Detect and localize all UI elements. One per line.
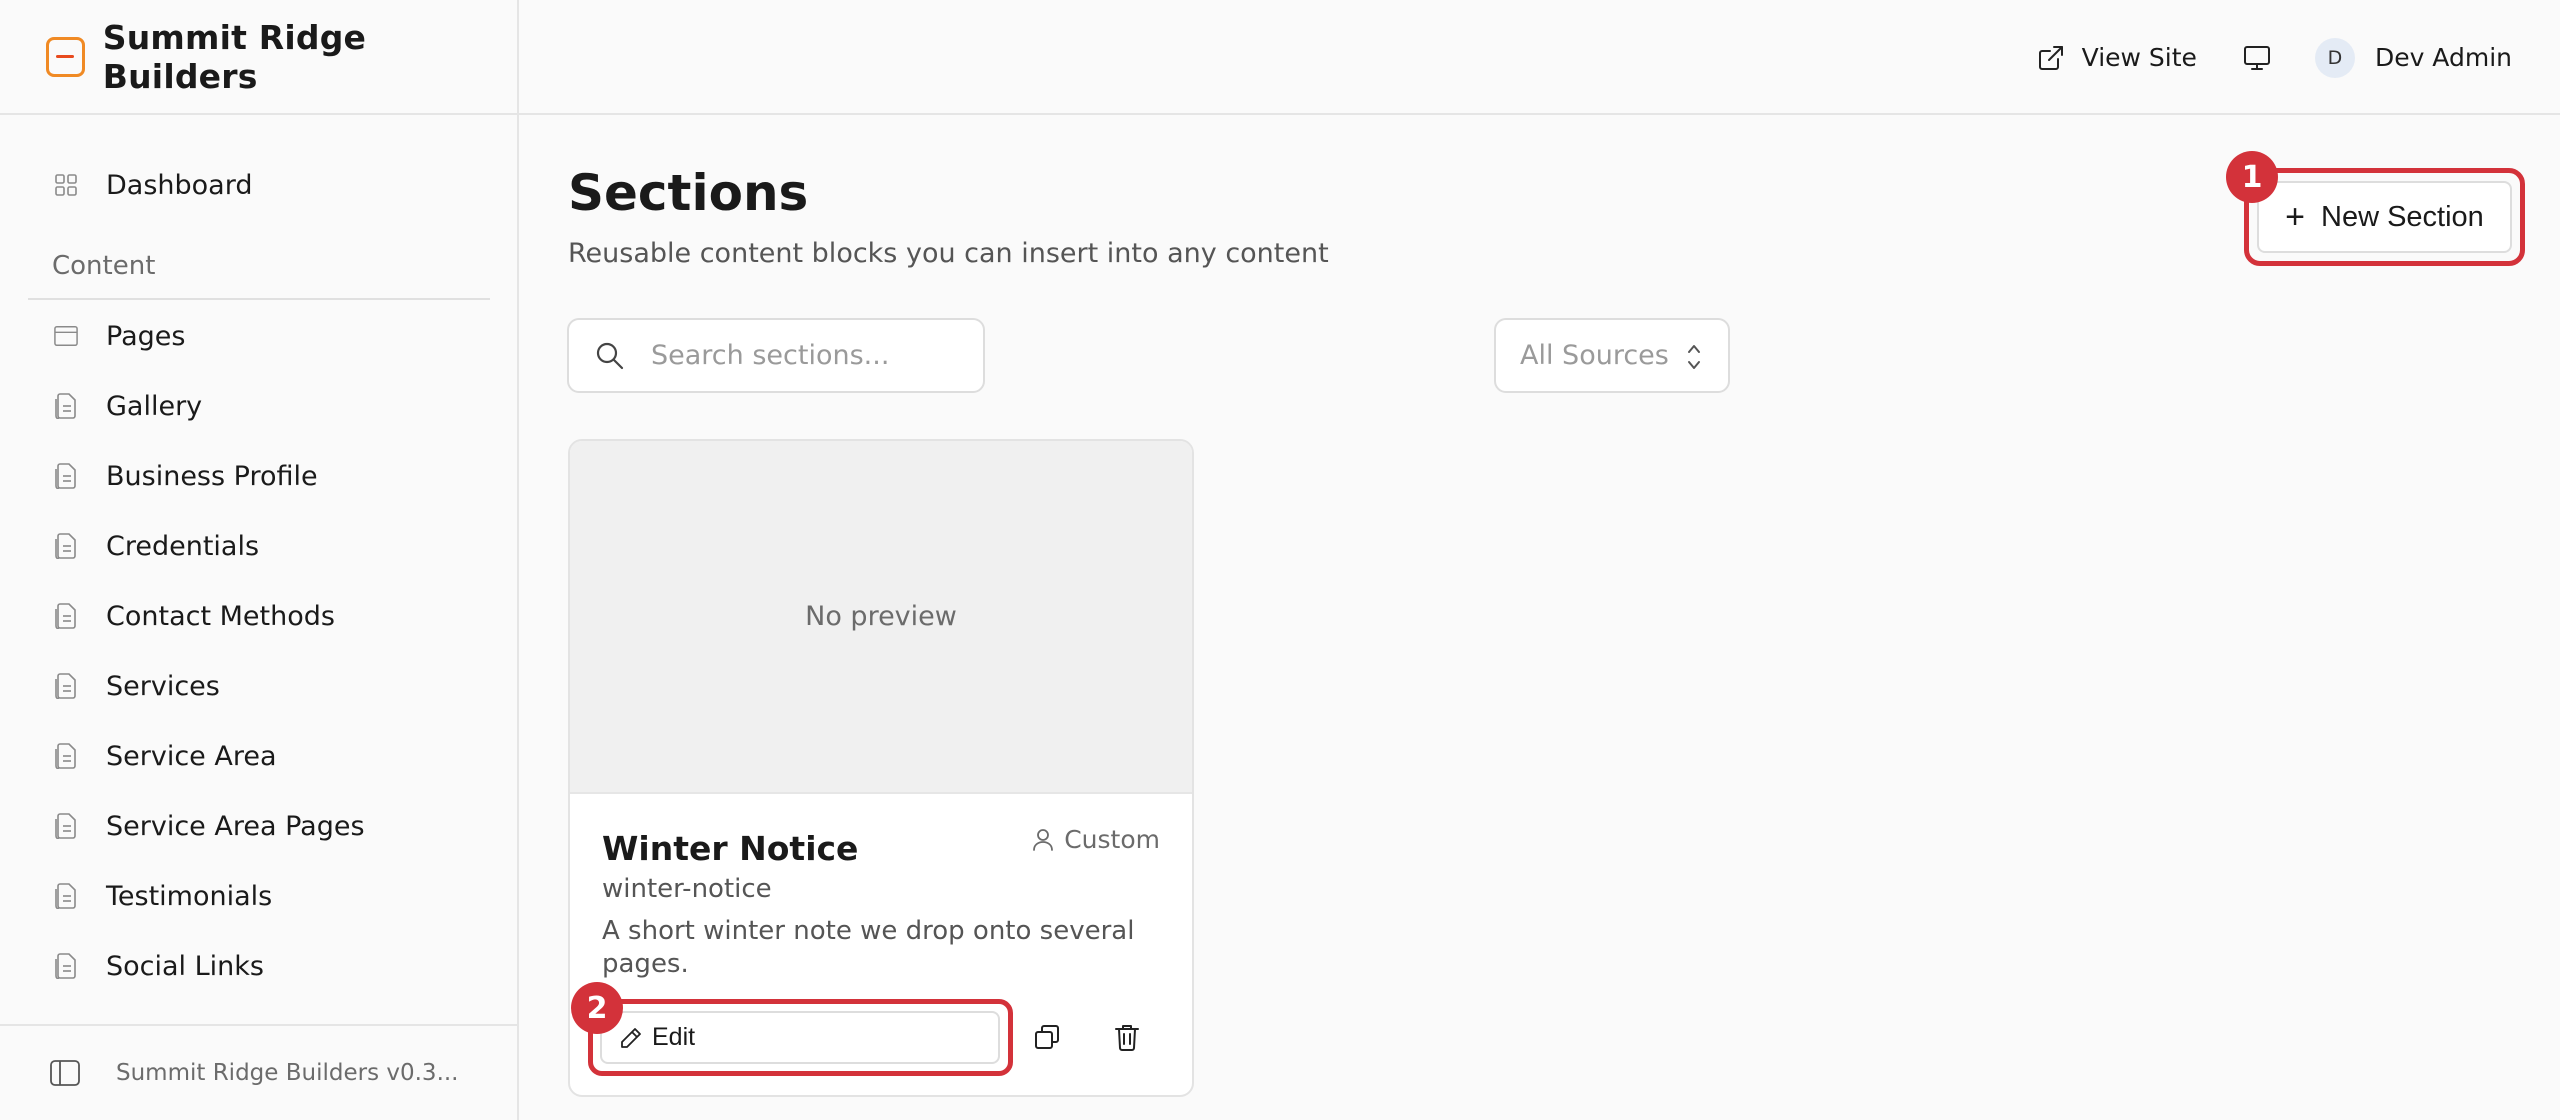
grid-icon <box>54 172 78 198</box>
edit-label: Edit <box>652 1023 696 1051</box>
card-slug: winter-notice <box>602 874 772 904</box>
trash-icon <box>1115 1025 1139 1051</box>
annotation-highlight-2: Edit <box>588 999 1013 1076</box>
avatar: D <box>2314 37 2355 78</box>
sidebar-item-contact-methods[interactable]: Contact Methods <box>28 588 490 644</box>
pencil-icon <box>621 1027 641 1048</box>
sidebar-item-services[interactable]: Services <box>28 658 490 714</box>
sidebar: Summit Ridge Builders Dashboard Content … <box>0 0 519 1120</box>
search-input[interactable] <box>651 340 971 371</box>
sidebar-item-testimonials[interactable]: Testimonials <box>28 868 490 924</box>
view-site-link[interactable]: View Site <box>2038 43 2197 72</box>
sidebar-item-label: Credentials <box>106 530 260 562</box>
card-source-badge: Custom <box>1032 825 1160 854</box>
edit-button[interactable]: Edit <box>600 1011 1000 1064</box>
user-menu[interactable]: D Dev Admin <box>2314 37 2512 78</box>
sidebar-item-label: Service Area Pages <box>106 810 365 842</box>
card-description: A short winter note we drop onto several… <box>602 916 1135 979</box>
sidebar-item-label: Dashboard <box>106 169 253 201</box>
sidebar-divider <box>28 298 490 300</box>
document-icon <box>54 953 78 979</box>
sidebar-item-dashboard[interactable]: Dashboard <box>28 157 490 213</box>
sidebar-item-label: Pages <box>106 320 186 352</box>
annotation-badge-1: 1 <box>2226 151 2278 203</box>
sidebar-item-service-area-pages[interactable]: Service Area Pages <box>28 798 490 854</box>
new-section-button[interactable]: + New Section <box>2257 181 2512 253</box>
document-icon <box>54 533 78 559</box>
sidebar-item-credentials[interactable]: Credentials <box>28 518 490 574</box>
page-subtitle: Reusable content blocks you can insert i… <box>568 238 1329 269</box>
duplicate-button[interactable] <box>1024 1014 1070 1060</box>
source-filter-select[interactable]: All Sources <box>1494 318 1730 393</box>
user-name: Dev Admin <box>2374 43 2512 72</box>
annotation-badge-2: 2 <box>571 982 623 1034</box>
sidebar-item-label: Gallery <box>106 390 203 422</box>
sidebar-item-business-profile[interactable]: Business Profile <box>28 448 490 504</box>
sidebar-item-pages[interactable]: Pages <box>28 308 490 364</box>
sidebar-footer: Summit Ridge Builders v0.3... <box>0 1024 517 1120</box>
document-icon <box>54 603 78 629</box>
new-section-label: New Section <box>2321 200 2484 233</box>
document-icon <box>54 463 78 489</box>
search-box[interactable] <box>567 318 985 393</box>
page-title: Sections <box>568 164 809 222</box>
page-icon <box>54 323 78 349</box>
brand[interactable]: Summit Ridge Builders <box>0 0 517 115</box>
chevron-updown-icon <box>1688 345 1700 369</box>
sidebar-item-label: Testimonials <box>106 880 273 912</box>
document-icon <box>54 743 78 769</box>
brand-name: Summit Ridge Builders <box>102 17 367 96</box>
sidebar-item-label: Services <box>106 670 220 702</box>
duplicate-icon <box>1035 1025 1059 1049</box>
brand-logo-icon <box>46 36 85 77</box>
document-icon <box>54 393 78 419</box>
delete-button[interactable] <box>1104 1014 1150 1060</box>
document-icon <box>54 883 78 909</box>
sidebar-item-label: Social Links <box>106 950 264 982</box>
sidebar-item-label: Contact Methods <box>106 600 335 632</box>
view-site-label: View Site <box>2081 43 2197 72</box>
plus-icon: + <box>2285 197 2306 236</box>
sidebar-item-service-area[interactable]: Service Area <box>28 728 490 784</box>
search-icon <box>596 342 624 369</box>
user-icon <box>1033 828 1054 851</box>
sidebar-toggle-icon[interactable] <box>50 1060 80 1086</box>
source-filter-value: All Sources <box>1520 340 1669 371</box>
card-source-label: Custom <box>1064 825 1160 854</box>
sidebar-item-label: Business Profile <box>106 460 318 492</box>
sidebar-item-label: Service Area <box>106 740 277 772</box>
document-icon <box>54 673 78 699</box>
monitor-icon[interactable] <box>2243 45 2271 71</box>
annotation-highlight-1: + New Section <box>2244 168 2525 266</box>
document-icon <box>54 813 78 839</box>
sidebar-item-social-links[interactable]: Social Links <box>28 938 490 994</box>
version-label: Summit Ridge Builders v0.3... <box>116 1060 459 1086</box>
sidebar-section-content: Content <box>52 251 156 281</box>
top-bar: View Site D Dev Admin <box>519 0 2560 115</box>
sidebar-item-gallery[interactable]: Gallery <box>28 378 490 434</box>
top-actions: View Site D Dev Admin <box>2038 0 2512 115</box>
card-title: Winter Notice <box>602 829 859 868</box>
card-preview: No preview <box>570 441 1192 794</box>
external-link-icon <box>2038 45 2063 70</box>
